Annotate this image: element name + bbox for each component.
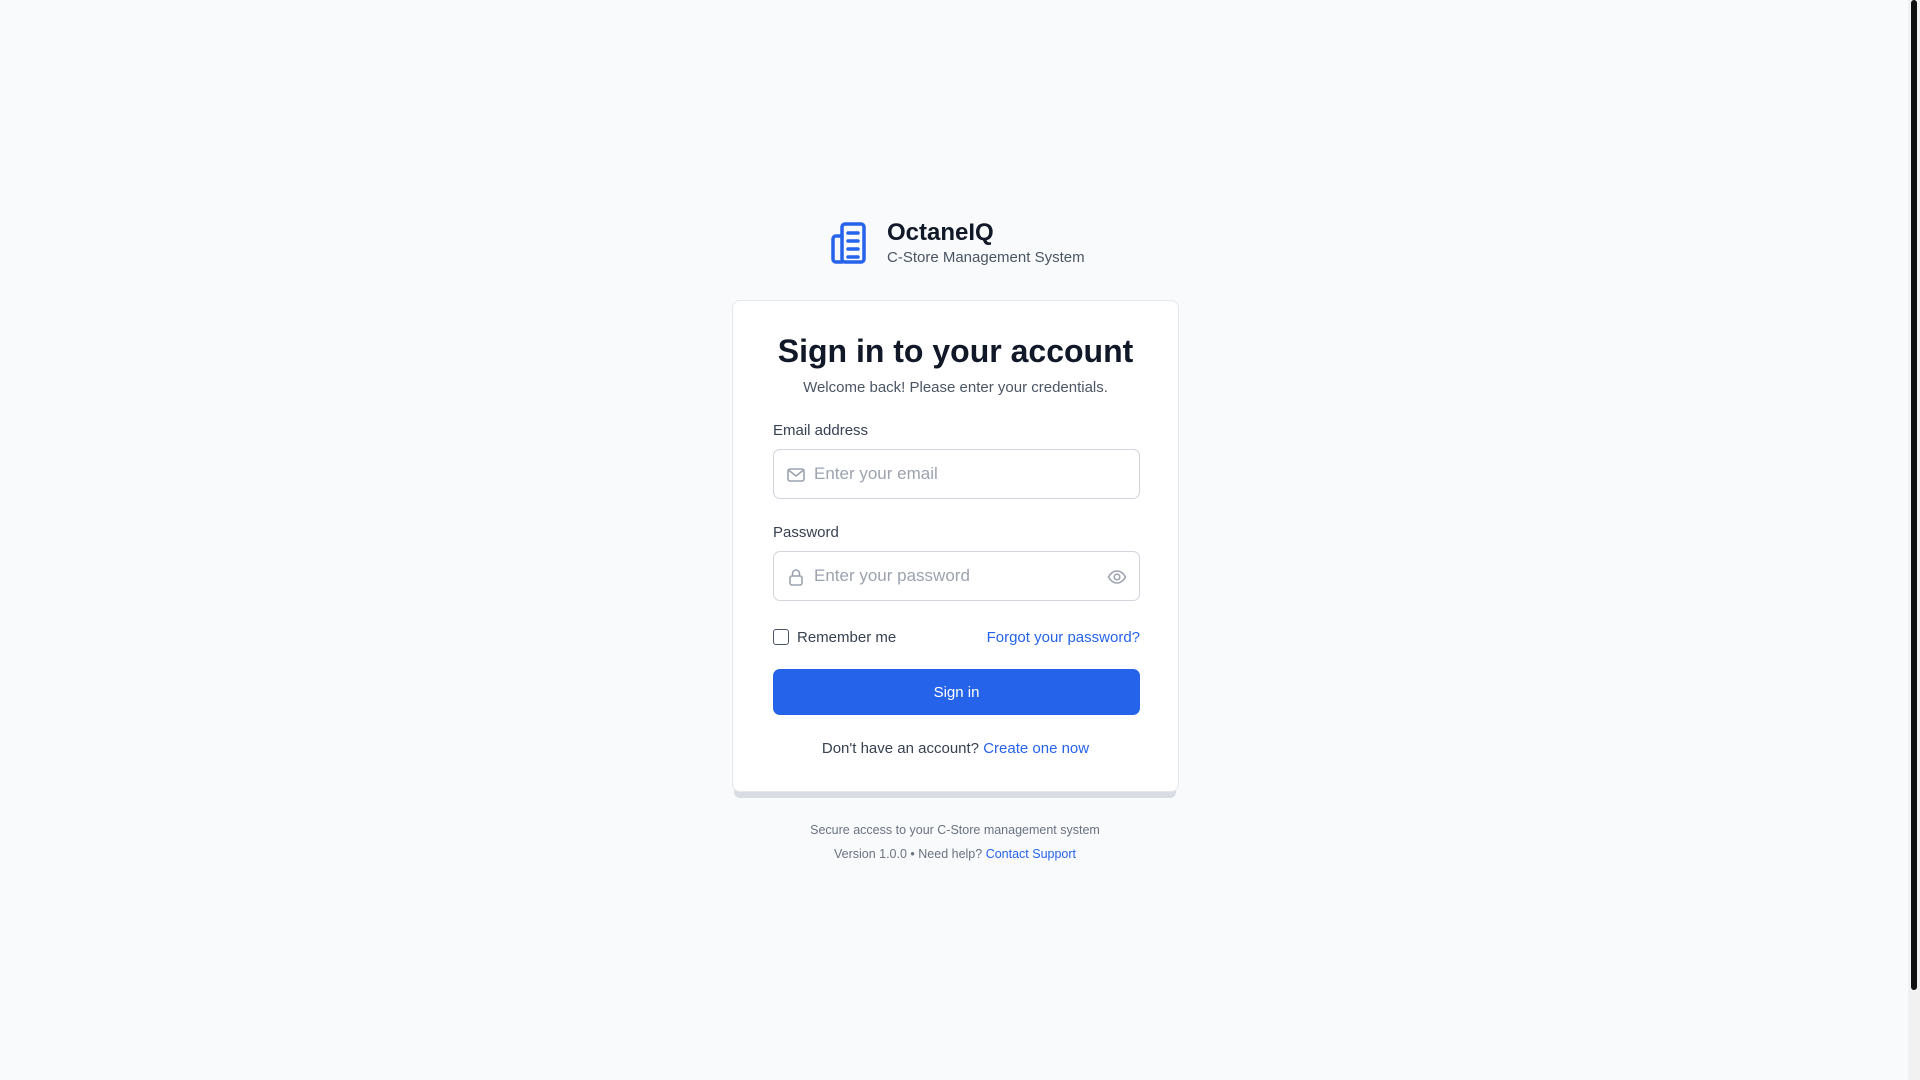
signup-row: Don't have an account? Create one now [733, 740, 1178, 757]
create-account-link[interactable]: Create one now [983, 740, 1089, 757]
brand-name: OctaneIQ [887, 218, 994, 246]
building-icon [831, 222, 866, 264]
brand-tagline: C-Store Management System [887, 248, 1085, 266]
email-field-container [773, 449, 1140, 499]
password-field-container [773, 551, 1140, 601]
login-card: Sign in to your account Welcome back! Pl… [732, 300, 1179, 792]
remember-checkbox[interactable] [773, 629, 789, 645]
email-input[interactable] [814, 450, 1114, 498]
remember-me[interactable]: Remember me [773, 629, 896, 646]
password-input[interactable] [814, 552, 1114, 600]
remember-row: Remember me Forgot your password? [773, 626, 1140, 648]
card-title: Sign in to your account [777, 333, 1134, 369]
password-label: Password [773, 524, 839, 541]
footer-secure-text: Secure access to your C-Store management… [810, 823, 1100, 837]
page-scrollbar[interactable] [1908, 0, 1920, 1080]
login-page: OctaneIQ C-Store Management System Sign … [0, 0, 1920, 1080]
scrollbar-thumb[interactable] [1911, 0, 1917, 990]
brand-header: OctaneIQ C-Store Management System [829, 218, 1085, 268]
email-label: Email address [773, 422, 869, 439]
sign-in-button[interactable]: Sign in [773, 669, 1140, 715]
mail-icon [787, 468, 805, 482]
remember-label: Remember me [797, 628, 897, 646]
footer-version-row: Version 1.0.0 • Need help? Contact Suppo… [0, 847, 1910, 861]
signup-prompt: Don't have an account? [821, 740, 980, 757]
footer-version-text: Version 1.0.0 • Need help? [833, 847, 983, 861]
lock-icon [789, 569, 803, 586]
eye-icon[interactable] [1107, 567, 1127, 587]
card-subtitle: Welcome back! Please enter your credenti… [803, 379, 1108, 396]
contact-support-link[interactable]: Contact Support [986, 847, 1076, 861]
forgot-password-link[interactable]: Forgot your password? [987, 629, 1140, 646]
